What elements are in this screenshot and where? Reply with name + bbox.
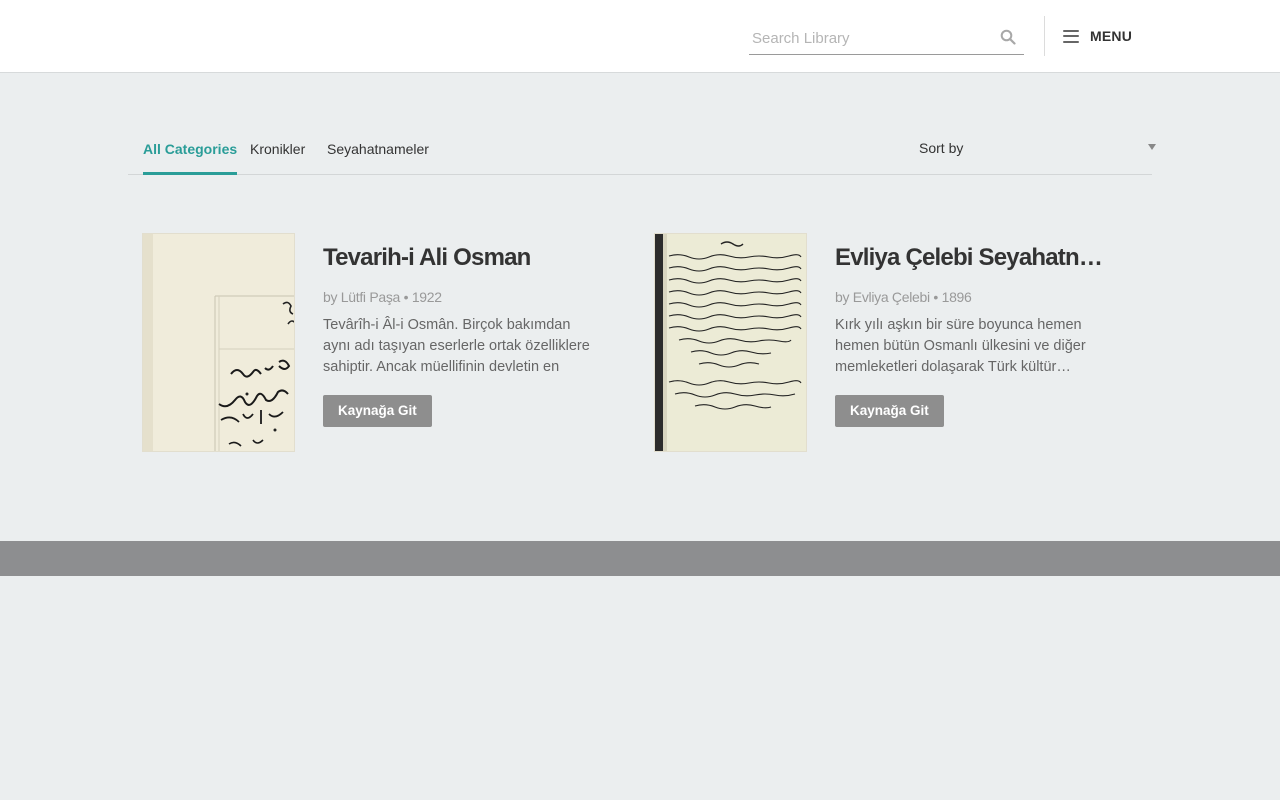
- category-tabs-bar: All Categories Kronikler Seyahatnameler …: [128, 130, 1156, 175]
- search-icon[interactable]: [1000, 29, 1016, 45]
- menu-label: MENU: [1090, 28, 1133, 44]
- book-card: Evliya Çelebi Seyahatn… by Evliya Çelebi…: [654, 233, 1114, 453]
- book-meta: by Lütfi Paşa • 1922: [323, 289, 442, 305]
- footer-band: [0, 541, 1280, 576]
- book-cover-image[interactable]: [654, 233, 807, 452]
- top-header: MENU: [0, 0, 1280, 73]
- book-meta: by Evliya Çelebi • 1896: [835, 289, 972, 305]
- tab-all-categories[interactable]: All Categories: [143, 141, 238, 175]
- search-input[interactable]: [749, 24, 989, 52]
- book-cover-image[interactable]: [142, 233, 295, 452]
- book-card: Tevarih-i Ali Osman by Lütfi Paşa • 1922…: [142, 233, 602, 453]
- tab-kronikler[interactable]: Kronikler: [250, 141, 305, 175]
- hamburger-icon: [1063, 29, 1079, 43]
- sort-by-select[interactable]: Sort by: [919, 140, 1159, 160]
- go-to-source-button[interactable]: Kaynağa Git: [323, 395, 432, 427]
- manuscript-page-image: [655, 234, 806, 451]
- manuscript-page-image: [143, 234, 294, 451]
- book-card-body: Evliya Çelebi Seyahatn… by Evliya Çelebi…: [835, 243, 1115, 427]
- book-title[interactable]: Evliya Çelebi Seyahatn…: [835, 243, 1115, 273]
- tab-seyahatnameler[interactable]: Seyahatnameler: [327, 141, 429, 175]
- book-description: Tevârîh-i Âl-i Osmân. Birçok bakımdan ay…: [323, 317, 590, 375]
- header-divider: [1044, 16, 1045, 56]
- sort-by-label: Sort by: [919, 140, 964, 156]
- book-title[interactable]: Tevarih-i Ali Osman: [323, 243, 603, 273]
- book-description: Kırk yılı aşkın bir süre boyunca hemen h…: [835, 317, 1086, 375]
- dropdown-arrow-icon: [1148, 144, 1156, 150]
- menu-button[interactable]: MENU: [1063, 26, 1132, 46]
- search-bar: [749, 24, 1024, 55]
- go-to-source-button[interactable]: Kaynağa Git: [835, 395, 944, 427]
- book-card-body: Tevarih-i Ali Osman by Lütfi Paşa • 1922…: [323, 243, 603, 427]
